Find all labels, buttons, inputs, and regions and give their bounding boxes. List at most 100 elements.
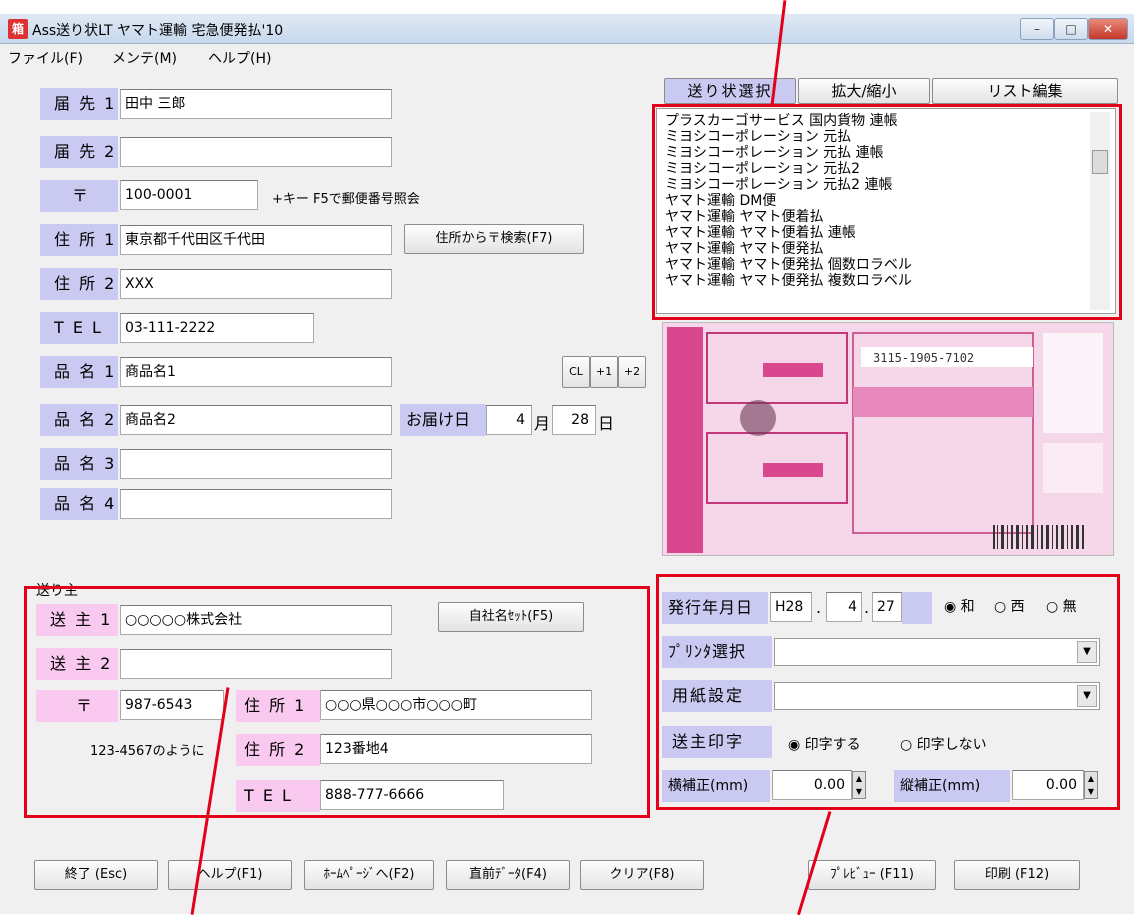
sender-addr2-field[interactable]: 123番地4 — [320, 734, 592, 764]
slip-list[interactable]: プラスカーゴサービス 国内貨物 連帳 ミヨシコーポレーション 元払 ミヨシコーポ… — [656, 108, 1116, 314]
list-item[interactable]: ヤマト運輸 ヤマト便発払 — [665, 241, 1087, 257]
era-none-radio[interactable]: ○ 無 — [1046, 596, 1077, 616]
era-field[interactable]: H28 — [770, 592, 812, 622]
sender-section-title: 送り主 — [36, 583, 78, 599]
sender2-label: 送 主 2 — [36, 648, 118, 680]
sender-zip-field[interactable]: 987-6543 — [120, 690, 224, 720]
v-offset-stepper[interactable]: ▲ ▼ — [1084, 771, 1098, 799]
tel-field[interactable]: 03-111-2222 — [120, 313, 314, 343]
list-item[interactable]: プラスカーゴサービス 国内貨物 連帳 — [665, 113, 1087, 129]
issue-month-field[interactable]: 4 — [826, 592, 862, 622]
addr2-label: 住 所 2 — [40, 268, 118, 300]
close-button[interactable]: ✕ — [1088, 18, 1128, 40]
h-offset-label: 横補正(mm) — [662, 770, 770, 802]
sender1-field[interactable]: ○○○○○株式会社 — [120, 605, 392, 635]
clear-items-button[interactable]: CL — [562, 356, 590, 388]
sender2-field[interactable] — [120, 649, 392, 679]
era-japanese-radio[interactable]: ◉ 和 — [944, 596, 975, 616]
sender-print-label: 送主印字 — [662, 726, 772, 758]
app-icon: 箱 — [8, 19, 28, 39]
slip-preview-image: 3115-1905-7102 — [662, 322, 1114, 556]
print-yes-label: 印字する — [804, 737, 861, 753]
date-label-tail — [902, 592, 932, 624]
menu-file[interactable]: ファイル(F) — [8, 48, 83, 68]
delivery-month-field[interactable]: 4 — [486, 405, 532, 435]
previous-data-button[interactable]: 直前ﾃﾞｰﾀ(F4) — [446, 860, 570, 890]
plus2-button[interactable]: +2 — [618, 356, 646, 388]
exit-button[interactable]: 終了 (Esc) — [34, 860, 158, 890]
homepage-button[interactable]: ﾎｰﾑﾍﾟｰｼﾞへ(F2) — [304, 860, 434, 890]
list-scroll-thumb[interactable] — [1092, 150, 1108, 174]
minimize-button[interactable]: – — [1020, 18, 1054, 40]
chevron-down-icon[interactable]: ▼ — [1077, 641, 1097, 663]
h-offset-field[interactable]: 0.00 — [772, 770, 852, 800]
list-item[interactable]: ヤマト運輸 ヤマト便発払 複数ロラベル — [665, 273, 1087, 289]
sender-zip-label: 〒 — [36, 690, 118, 722]
h-offset-stepper[interactable]: ▲ ▼ — [852, 771, 866, 799]
item1-label: 品 名 1 — [40, 356, 118, 388]
item1-field[interactable]: 商品名1 — [120, 357, 392, 387]
sender-addr1-field[interactable]: ○○○県○○○市○○○町 — [320, 690, 592, 720]
dest2-label: 届 先 2 — [40, 136, 118, 168]
era-none-label: 無 — [1062, 599, 1077, 615]
list-item[interactable]: ヤマト運輸 ヤマト便発払 個数ロラベル — [665, 257, 1087, 273]
zip-label: 〒 — [40, 180, 118, 212]
date-separator: . — [864, 598, 870, 617]
dest2-field[interactable] — [120, 137, 392, 167]
day-unit: 日 — [598, 414, 615, 433]
issue-day-field[interactable]: 27 — [872, 592, 902, 622]
month-unit: 月 — [534, 414, 551, 433]
list-scrollbar[interactable] — [1090, 112, 1110, 310]
list-item[interactable]: ヤマト運輸 ヤマト便着払 連帳 — [665, 225, 1087, 241]
sender-addr1-label: 住 所 1 — [236, 690, 320, 722]
item4-field[interactable] — [120, 489, 392, 519]
print-no-radio[interactable]: ○ 印字しない — [900, 734, 987, 754]
zoom-button[interactable]: 拡大/縮小 — [798, 78, 930, 104]
preview-button[interactable]: ﾌﾟﾚﾋﾞｭｰ (F11) — [808, 860, 936, 890]
print-no-label: 印字しない — [916, 737, 987, 753]
chevron-down-icon[interactable]: ▼ — [1077, 685, 1097, 707]
item4-label: 品 名 4 — [40, 488, 118, 520]
addr1-label: 住 所 1 — [40, 224, 118, 256]
zip-hint: +キー F5で郵便番号照会 — [272, 192, 420, 207]
era-western-radio[interactable]: ○ 西 — [994, 596, 1025, 616]
delivery-label: お届け日 — [400, 404, 486, 436]
dest1-field[interactable]: 田中 三郎 — [120, 89, 392, 119]
list-item[interactable]: ミヨシコーポレーション 元払2 連帳 — [665, 177, 1087, 193]
menu-maintenance[interactable]: メンテ(M) — [112, 48, 177, 68]
sender-tel-field[interactable]: 888-777-6666 — [320, 780, 504, 810]
zip-example-text: 123-4567のように — [90, 744, 205, 759]
paper-select[interactable]: ▼ — [774, 682, 1100, 710]
sender-addr2-label: 住 所 2 — [236, 734, 320, 766]
printer-select[interactable]: ▼ — [774, 638, 1100, 666]
print-yes-radio[interactable]: ◉ 印字する — [788, 734, 861, 754]
v-offset-label: 縦補正(mm) — [894, 770, 1010, 802]
list-item[interactable]: ヤマト運輸 DM便 — [665, 193, 1087, 209]
list-item[interactable]: ミヨシコーポレーション 元払 連帳 — [665, 145, 1087, 161]
addr2-field[interactable]: XXX — [120, 269, 392, 299]
list-item[interactable]: ミヨシコーポレーション 元払2 — [665, 161, 1087, 177]
item2-field[interactable]: 商品名2 — [120, 405, 392, 435]
era-western-label: 西 — [1010, 599, 1025, 615]
item3-field[interactable] — [120, 449, 392, 479]
era-japanese-label: 和 — [960, 599, 975, 615]
own-company-button[interactable]: 自社名ｾｯﾄ(F5) — [438, 602, 584, 632]
list-item[interactable]: ミヨシコーポレーション 元払 — [665, 129, 1087, 145]
tel-label: T E L — [40, 312, 118, 344]
maximize-button[interactable]: □ — [1054, 18, 1088, 40]
zip-search-button[interactable]: 住所から〒検索(F7) — [404, 224, 584, 254]
delivery-day-field[interactable]: 28 — [552, 405, 596, 435]
plus1-button[interactable]: +1 — [590, 356, 618, 388]
zip-field[interactable]: 100-0001 — [120, 180, 258, 210]
print-button[interactable]: 印刷 (F12) — [954, 860, 1080, 890]
help-button[interactable]: ヘルプ(F1) — [168, 860, 292, 890]
addr1-field[interactable]: 東京都千代田区千代田 — [120, 225, 392, 255]
dest1-label: 届 先 1 — [40, 88, 118, 120]
list-item[interactable]: ヤマト運輸 ヤマト便着払 — [665, 209, 1087, 225]
clear-button[interactable]: クリア(F8) — [580, 860, 704, 890]
v-offset-field[interactable]: 0.00 — [1012, 770, 1084, 800]
list-edit-button[interactable]: リスト編集 — [932, 78, 1118, 104]
item2-label: 品 名 2 — [40, 404, 118, 436]
paper-label: 用紙設定 — [662, 680, 772, 712]
menu-help[interactable]: ヘルプ(H) — [208, 48, 271, 68]
